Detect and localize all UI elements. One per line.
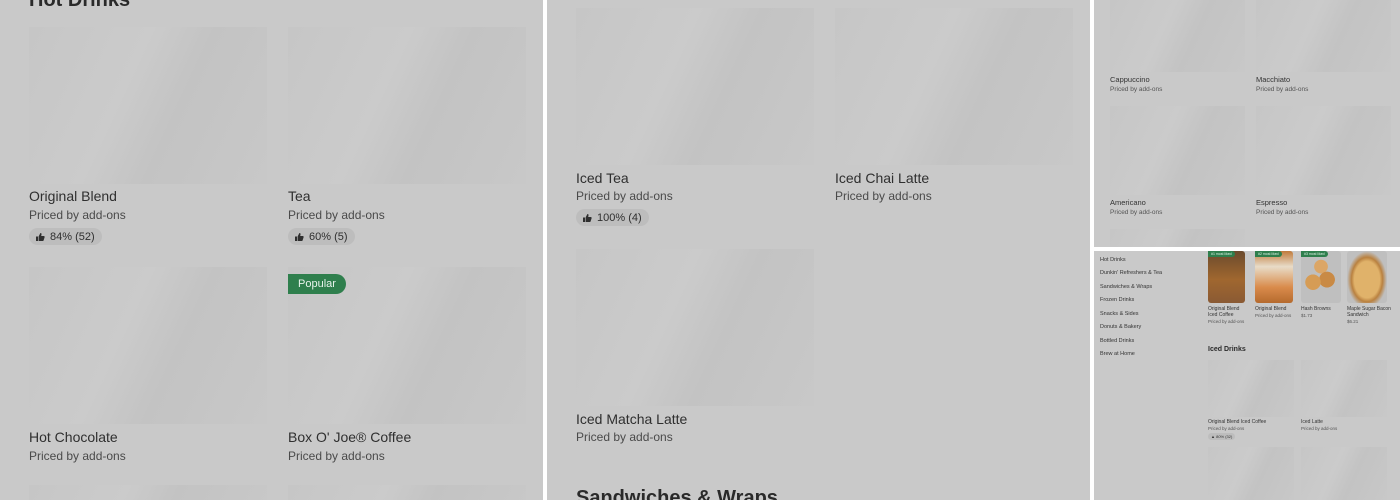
item-price: $6.21 <box>1347 319 1359 324</box>
item-name: Hot Chocolate <box>29 429 118 445</box>
item-image[interactable] <box>1301 447 1387 500</box>
item-image <box>835 8 1073 165</box>
sidebar-item-refreshers[interactable]: Dunkin' Refreshers & Tea <box>1100 270 1162 276</box>
most-liked-badge: #2 most liked <box>1255 251 1282 257</box>
sidebar-item-sandwiches[interactable]: Sandwiches & Wraps <box>1100 284 1152 290</box>
item-name: Americano <box>1110 198 1146 207</box>
espresso-drinks-panel: Cappuccino Priced by add-ons Macchiato P… <box>1094 0 1400 247</box>
item-name: Tea <box>288 188 311 204</box>
rating-badge: ▲ 80% (32) <box>1208 433 1236 440</box>
item-image <box>576 249 814 406</box>
item-image <box>576 8 814 165</box>
sidebar-item-donuts[interactable]: Donuts & Bakery <box>1100 324 1141 330</box>
rating-text: 100% (4) <box>597 211 642 224</box>
hot-drinks-panel: Hot Drinks Original Blend Priced by add-… <box>0 0 543 500</box>
section-heading-iced-drinks: Iced Drinks <box>1208 346 1246 353</box>
item-name: Iced Matcha Latte <box>576 411 688 427</box>
item-price: Priced by add-ons <box>576 189 673 203</box>
item-image <box>1110 106 1245 195</box>
item-name: Espresso <box>1256 198 1288 207</box>
rating-badge: 60% (5) <box>288 228 355 245</box>
rating-text: 80% (32) <box>1216 434 1233 439</box>
item-name: Original Blend <box>29 188 117 204</box>
item-image[interactable] <box>1208 447 1294 500</box>
item-image <box>1110 0 1245 72</box>
item-name: Cappuccino <box>1110 75 1150 84</box>
item-price: Priced by add-ons <box>1301 426 1338 431</box>
thumbs-up-icon: ▲ <box>1211 434 1215 439</box>
item-price: Priced by add-ons <box>1255 313 1292 318</box>
rating-badge: 84% (52) <box>29 228 102 245</box>
thumbs-up-icon <box>583 213 592 222</box>
item-name: Box O' Joe® Coffee <box>288 429 412 445</box>
item-image <box>1347 251 1387 303</box>
item-image <box>1301 360 1387 417</box>
rating-text: 84% (52) <box>50 230 95 243</box>
sidebar-item-frozen[interactable]: Frozen Drinks <box>1100 297 1134 303</box>
iced-drinks-panel: Iced Tea Priced by add-ons 100% (4) Iced… <box>547 0 1090 500</box>
rating-text: 60% (5) <box>309 230 348 243</box>
sidebar-item-bottled[interactable]: Bottled Drinks <box>1100 338 1134 344</box>
item-image <box>1301 251 1341 303</box>
rating-badge: 100% (4) <box>576 209 649 226</box>
item-image <box>288 27 526 184</box>
thumbs-up-icon <box>36 232 45 241</box>
item-name: Original Blend <box>1255 306 1287 312</box>
item-name: Iced Tea <box>576 170 629 186</box>
item-image[interactable] <box>1110 229 1245 247</box>
item-price: $1.73 <box>1301 313 1313 318</box>
sidebar-item-brew[interactable]: Brew at Home <box>1100 351 1135 357</box>
item-image <box>1255 251 1293 303</box>
item-image <box>1256 106 1391 195</box>
item-image <box>1208 251 1245 303</box>
item-name: Iced Chai Latte <box>835 170 930 186</box>
item-price: Priced by add-ons <box>835 189 932 203</box>
item-price: Priced by add-ons <box>29 208 126 222</box>
section-heading-sandwiches: Sandwiches & Wraps <box>576 487 778 500</box>
most-liked-badge: #1 most liked <box>1208 251 1235 257</box>
full-menu-panel: Hot Drinks Dunkin' Refreshers & Tea Sand… <box>1094 251 1400 500</box>
item-image <box>1208 360 1294 417</box>
item-price: Priced by add-ons <box>1256 209 1309 216</box>
item-image <box>29 267 267 424</box>
item-price: Priced by add-ons <box>29 449 126 463</box>
item-price: Priced by add-ons <box>288 208 385 222</box>
item-price: Priced by add-ons <box>288 449 385 463</box>
item-image <box>1256 0 1391 72</box>
item-name: Hash Browns <box>1301 306 1331 312</box>
item-image[interactable] <box>288 485 526 500</box>
item-price: Priced by add-ons <box>1256 86 1309 93</box>
sidebar-item-hot-drinks[interactable]: Hot Drinks <box>1100 257 1126 263</box>
item-image <box>29 27 267 184</box>
item-image[interactable] <box>29 485 267 500</box>
item-price: Priced by add-ons <box>1208 319 1245 324</box>
item-price: Priced by add-ons <box>1110 209 1163 216</box>
item-price: Priced by add-ons <box>576 430 673 444</box>
item-price: Priced by add-ons <box>1110 86 1163 93</box>
item-name: Iced Latte <box>1301 419 1323 425</box>
sidebar-item-snacks[interactable]: Snacks & Sides <box>1100 311 1139 317</box>
item-name: Original Blend Iced Coffee <box>1208 419 1267 425</box>
section-heading-hot-drinks: Hot Drinks <box>29 0 131 11</box>
item-name: Macchiato <box>1256 75 1291 84</box>
popular-badge: Popular <box>288 274 346 294</box>
most-liked-badge: #3 most liked <box>1301 251 1328 257</box>
item-name: Maple Sugar Bacon Sandwich <box>1347 306 1391 318</box>
thumbs-up-icon <box>295 232 304 241</box>
item-price: Priced by add-ons <box>1208 426 1245 431</box>
item-name: Original Blend Iced Coffee <box>1208 306 1240 318</box>
